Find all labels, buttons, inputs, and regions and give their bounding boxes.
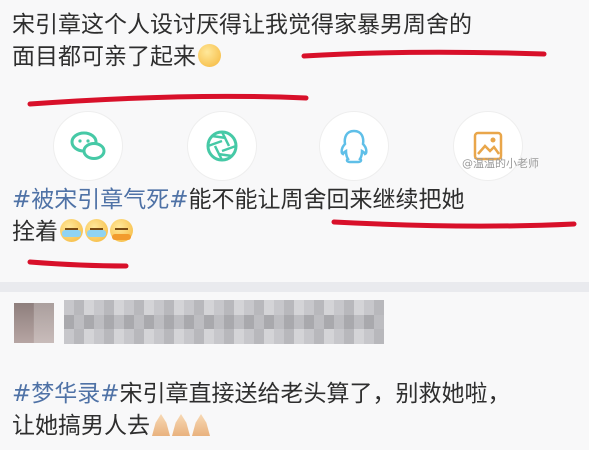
comment-line-2-text: 让她搞男人去 — [12, 413, 150, 439]
wechat-icon — [70, 131, 106, 160]
praying-hands-icon — [152, 414, 170, 436]
smirk-face-icon — [198, 44, 221, 67]
post-line-1-text: 能不能让周舍回来继续把她 — [188, 187, 465, 213]
weibo-watermark: @温温的小老师 — [462, 157, 539, 170]
praying-hands-icon — [192, 414, 210, 436]
comment-line-1-text: 宋引章直接送给老头算了，别救她啦， — [119, 381, 511, 407]
crying-face-icon — [60, 219, 83, 242]
comment-line-2: 让她搞男人去 — [12, 410, 579, 442]
post-text: 宋引章这个人设讨厌得让我觉得家暴男周舍的 面目都可亲了起来 — [12, 9, 579, 73]
share-qq-button[interactable] — [320, 112, 388, 180]
comment-line-1: #梦华录#宋引章直接送给老头算了，别救她啦， — [12, 378, 579, 410]
post-line-2-text: 拴着 — [12, 219, 58, 245]
qq-penguin-icon — [340, 129, 368, 164]
hashtag-link[interactable]: #被宋引章气死# — [12, 187, 189, 213]
share-moments-button[interactable] — [188, 112, 256, 180]
comment-text: #梦华录#宋引章直接送给老头算了，别救她啦， 让她搞男人去 — [12, 378, 579, 442]
red-underline — [301, 49, 547, 59]
avatar[interactable] — [14, 303, 54, 343]
post-line-2-text: 面目都可亲了起来 — [12, 44, 196, 70]
praying-hands-icon — [172, 414, 190, 436]
red-underline — [27, 259, 129, 269]
blurred-username — [64, 300, 384, 344]
hashtag-link[interactable]: #梦华录# — [12, 381, 120, 407]
share-wechat-button[interactable] — [54, 112, 122, 180]
camera-aperture-icon — [206, 130, 238, 162]
post-line-1: 宋引章这个人设讨厌得让我觉得家暴男周舍的 — [12, 12, 472, 38]
red-underline — [27, 93, 309, 107]
red-underline — [331, 219, 577, 229]
crying-face-icon — [85, 219, 108, 242]
hugging-face-icon — [110, 219, 133, 242]
